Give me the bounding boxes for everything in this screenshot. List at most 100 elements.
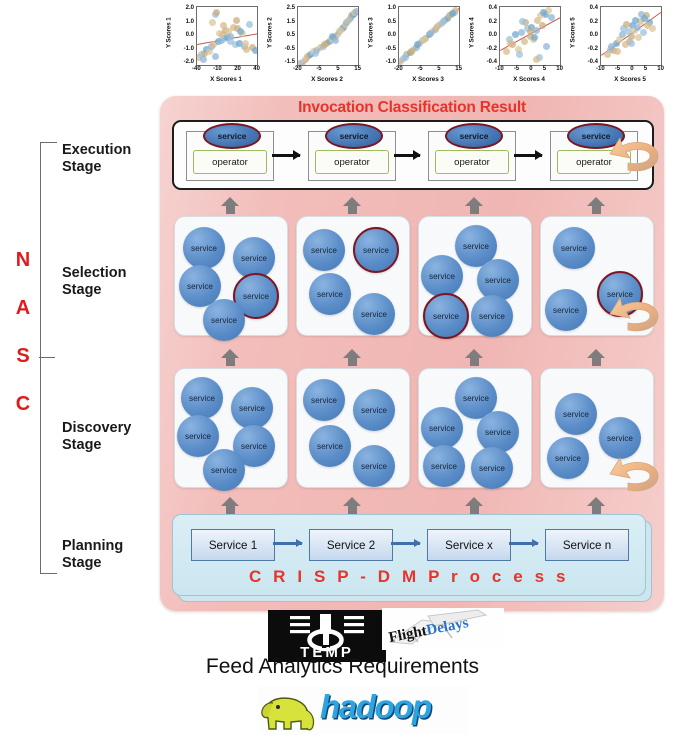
discovery-service-node[interactable]: service <box>423 445 465 487</box>
scatter-plot-4: Y Scores 4 0.4 0.2 0.0 -0.2 -0.4 -10 -5 0 5 10 X Sc… <box>465 2 566 90</box>
selection-service-node[interactable]: service <box>353 293 395 335</box>
selection-service-node-selected[interactable]: service <box>353 227 399 273</box>
discovery-service-node[interactable]: service <box>231 387 273 429</box>
plot-3-point <box>408 48 416 56</box>
planning-service-box-1[interactable]: Service 1 <box>191 529 275 561</box>
selection-service-node[interactable]: service <box>421 255 463 297</box>
plot-4-yticks: 0.4 0.2 0.0 -0.2 -0.4 <box>486 5 497 65</box>
planning-service-box-2[interactable]: Service 2 <box>309 529 393 561</box>
plot-3-xlabel: X Scores 3 <box>412 76 444 83</box>
plot-2-frame <box>297 6 359 66</box>
plot-1-point <box>213 9 220 17</box>
selection-panel-1[interactable]: service service service service service <box>174 216 288 341</box>
hadoop-logo: hadoop <box>258 686 468 734</box>
plot-4-point <box>502 48 510 56</box>
feedback-loop-selection-icon[interactable] <box>608 296 664 338</box>
plot-3-point <box>449 10 457 18</box>
selection-service-node[interactable]: service <box>553 227 595 269</box>
discovery-panel-1[interactable]: service service service service service <box>174 368 288 491</box>
execution-operator-node-1[interactable]: operator <box>193 150 267 174</box>
discovery-service-node[interactable]: service <box>471 447 513 489</box>
plot-1-point <box>208 19 216 27</box>
execution-cell-2[interactable]: service operator <box>308 123 396 181</box>
discovery-service-node[interactable]: service <box>303 379 345 421</box>
discovery-service-node[interactable]: service <box>477 411 519 453</box>
diagram-canvas: Y Scores 1 2.0 1.0 0.0 -1.0 -2.0 -40 -10 20 40 X S… <box>0 0 685 738</box>
selection-service-node[interactable]: service <box>183 227 225 269</box>
selection-service-node[interactable]: service <box>203 299 245 341</box>
plot-4-point <box>543 43 550 51</box>
scatter-plot-1: Y Scores 1 2.0 1.0 0.0 -1.0 -2.0 -40 -10 20 40 X S… <box>162 2 263 90</box>
scatter-plot-3: Y Scores 3 1.0 0.5 0.0 -0.5 -1.0 -20 -5 5 15 X Sco… <box>364 2 465 90</box>
plot-4-point <box>532 55 540 63</box>
plot-4-point <box>516 50 523 58</box>
selection-service-node[interactable]: service <box>309 273 351 315</box>
flow-arrow-selection-to-execution-3 <box>465 197 483 214</box>
selection-panel-2[interactable]: service service service service <box>296 216 410 336</box>
execution-service-node-2[interactable]: service <box>325 123 383 149</box>
plot-1-point <box>232 16 240 24</box>
plot-4-frame <box>499 6 561 66</box>
discovery-service-node[interactable]: service <box>203 449 245 491</box>
discovery-service-node[interactable]: service <box>309 425 351 467</box>
flow-arrow-selection-to-execution-1 <box>221 197 239 214</box>
plot-1-point <box>212 52 220 60</box>
discovery-service-node[interactable]: service <box>353 389 395 431</box>
feedback-loop-discovery-icon[interactable] <box>608 456 664 498</box>
discovery-service-node[interactable]: service <box>177 415 219 457</box>
stage-label-selection: Selection Stage <box>62 265 162 299</box>
plot-4-xticks: -10 -5 0 5 10 <box>495 66 563 72</box>
plot-5-point <box>623 20 630 28</box>
stage-label-selection-line1: Selection <box>62 265 127 281</box>
selection-service-node[interactable]: service <box>471 295 513 337</box>
nasc-framework-container: Invocation Classification Result service… <box>160 96 664 611</box>
hadoop-logo-label: hadoop <box>320 688 432 725</box>
stage-label-discovery-line2: Stage <box>62 437 102 453</box>
selection-service-node[interactable]: service <box>477 259 519 301</box>
plot-2-yticks: 2.5 1.5 0.5 -0.5 -1.5 <box>284 5 295 65</box>
discovery-service-node[interactable]: service <box>421 407 463 449</box>
plot-1-xticks: -40 -10 20 40 <box>192 66 260 72</box>
plot-2-point <box>352 7 358 15</box>
feed-analytics-requirements-label: Feed Analytics Requirements <box>205 655 480 678</box>
execution-flow-arrow-1 <box>272 150 301 161</box>
stage-bracket <box>39 142 57 574</box>
plot-3-point <box>401 53 409 61</box>
planning-stage-box: C R I S P - D M P r o c e s s Service 1 S… <box>172 514 646 596</box>
page-title: Invocation Classification Result <box>298 99 526 116</box>
plot-3-yticks: 1.0 0.5 0.0 -0.5 -1.0 <box>385 5 396 65</box>
execution-cell-3[interactable]: service operator <box>428 123 516 181</box>
plot-5-xlabel: X Scores 5 <box>614 76 646 83</box>
plot-5-point <box>614 48 621 56</box>
discovery-service-node[interactable]: service <box>555 393 597 435</box>
execution-service-node-1[interactable]: service <box>203 123 261 149</box>
plot-5-xticks: -10 -5 0 5 10 <box>596 66 664 72</box>
discovery-service-node[interactable]: service <box>599 417 641 459</box>
planning-service-box-3[interactable]: Service x <box>427 529 511 561</box>
discovery-panel-2[interactable]: service service service service <box>296 368 410 488</box>
execution-operator-node-3[interactable]: operator <box>435 150 509 174</box>
nasc-acronym: N A S C <box>6 236 40 428</box>
selection-service-node-selected[interactable]: service <box>423 293 469 339</box>
discovery-service-node[interactable]: service <box>353 445 395 487</box>
selection-panel-3[interactable]: service service service service service <box>418 216 532 339</box>
execution-operator-node-2[interactable]: operator <box>315 150 389 174</box>
plot-5-point <box>632 16 639 24</box>
discovery-panel-3[interactable]: service service service service service <box>418 368 532 489</box>
feedback-loop-execution-icon[interactable] <box>608 136 664 178</box>
flow-arrow-discovery-to-selection-3 <box>465 349 483 366</box>
plot-4-point <box>520 38 528 46</box>
flow-arrow-discovery-to-selection-1 <box>221 349 239 366</box>
bracket-nub <box>39 357 56 358</box>
execution-cell-1[interactable]: service operator <box>186 123 274 181</box>
discovery-service-node[interactable]: service <box>181 377 223 419</box>
execution-service-node-3[interactable]: service <box>445 123 503 149</box>
plot-4-point <box>507 39 514 47</box>
plot-2-xlabel: X Scores 2 <box>311 76 343 83</box>
discovery-service-node[interactable]: service <box>547 437 589 479</box>
plot-5-frame <box>600 6 662 66</box>
selection-service-node[interactable]: service <box>545 289 587 331</box>
selection-service-node[interactable]: service <box>303 229 345 271</box>
planning-service-box-4[interactable]: Service n <box>545 529 629 561</box>
plot-4-point <box>531 33 538 41</box>
